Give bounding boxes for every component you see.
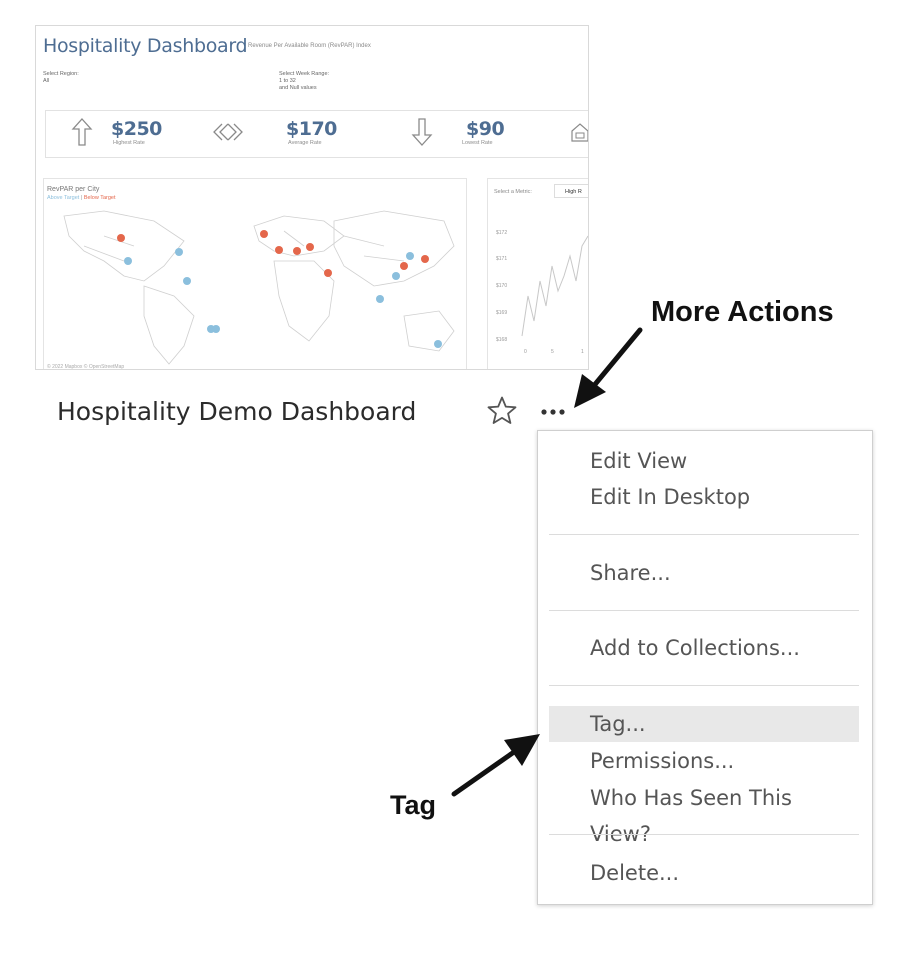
star-outline-icon[interactable] <box>486 395 518 427</box>
y-tick: $172 <box>496 230 508 236</box>
menu-divider <box>549 685 859 686</box>
arrow-icon <box>451 734 540 797</box>
menu-divider <box>549 534 859 535</box>
y-tick: $171 <box>496 256 508 262</box>
world-map <box>63 210 455 365</box>
y-tick: $168 <box>496 337 508 343</box>
card-title[interactable]: Hospitality Demo Dashboard <box>57 397 416 426</box>
menu-item-permissions[interactable]: Permissions... <box>549 743 859 779</box>
hotel-icon <box>571 123 588 142</box>
map-legend: Above Target | Below Target <box>47 195 116 201</box>
annotation-tag: Tag <box>390 790 436 820</box>
week-filter-value: 1 to 32 <box>279 78 296 84</box>
arrow-up-icon <box>71 118 93 146</box>
kpi-average-caption: Average Rate <box>288 140 322 146</box>
map-copyright: © 2022 Mapbox © OpenStreetMap <box>47 364 125 370</box>
y-tick: $170 <box>496 283 508 289</box>
y-tick: $169 <box>496 310 508 316</box>
menu-item-edit-in-desktop[interactable]: Edit In Desktop <box>549 479 859 515</box>
legend-below: Below Target <box>83 195 116 201</box>
kpi-highest-caption: Highest Rate <box>113 140 145 146</box>
menu-item-delete[interactable]: Delete... <box>549 855 859 891</box>
region-filter-value: All <box>43 78 50 84</box>
region-filter-label: Select Region: <box>43 71 79 77</box>
metric-label: Select a Metric: <box>494 189 532 195</box>
week-filter-null: and Null values <box>279 85 317 91</box>
menu-item-tag[interactable]: Tag... <box>549 706 859 742</box>
kpi-lowest-value: $90 <box>466 118 505 140</box>
metric-select: High R <box>554 184 588 198</box>
menu-item-who-has-seen[interactable]: Who Has Seen This View? <box>549 780 859 846</box>
legend-separator: | <box>80 195 83 201</box>
menu-divider <box>549 610 859 611</box>
week-filter-label: Select Week Range: <box>279 71 330 77</box>
kpi-highest-value: $250 <box>111 118 162 140</box>
x-tick: 5 <box>551 349 554 355</box>
legend-above: Above Target <box>47 195 80 201</box>
more-actions-menu: Edit View Edit In Desktop Share... Add t… <box>537 430 873 905</box>
arrow-down-icon <box>411 118 433 146</box>
x-tick: 0 <box>524 349 527 355</box>
region-filter: Select Region: All <box>43 71 79 85</box>
kpi-lowest-caption: Lowest Rate <box>462 140 493 146</box>
week-filter: Select Week Range: 1 to 32 and Null valu… <box>279 71 329 92</box>
arrows-horizontal-icon <box>213 123 243 141</box>
thumbnail-subtitle: Revenue Per Available Room (RevPAR) Inde… <box>248 43 371 49</box>
dashboard-thumbnail[interactable]: Hospitality Dashboard Revenue Per Availa… <box>35 25 589 370</box>
arrow-icon <box>574 327 643 408</box>
annotation-more-actions: More Actions <box>651 296 834 328</box>
kpi-average-value: $170 <box>286 118 337 140</box>
menu-divider <box>549 834 859 835</box>
menu-item-share[interactable]: Share... <box>549 555 859 591</box>
menu-item-edit-view[interactable]: Edit View <box>549 443 859 479</box>
map-title: RevPAR per City <box>47 186 100 193</box>
thumbnail-title: Hospitality Dashboard <box>43 35 248 57</box>
more-actions-button[interactable] <box>538 398 568 422</box>
menu-item-add-to-collections[interactable]: Add to Collections... <box>549 630 859 666</box>
